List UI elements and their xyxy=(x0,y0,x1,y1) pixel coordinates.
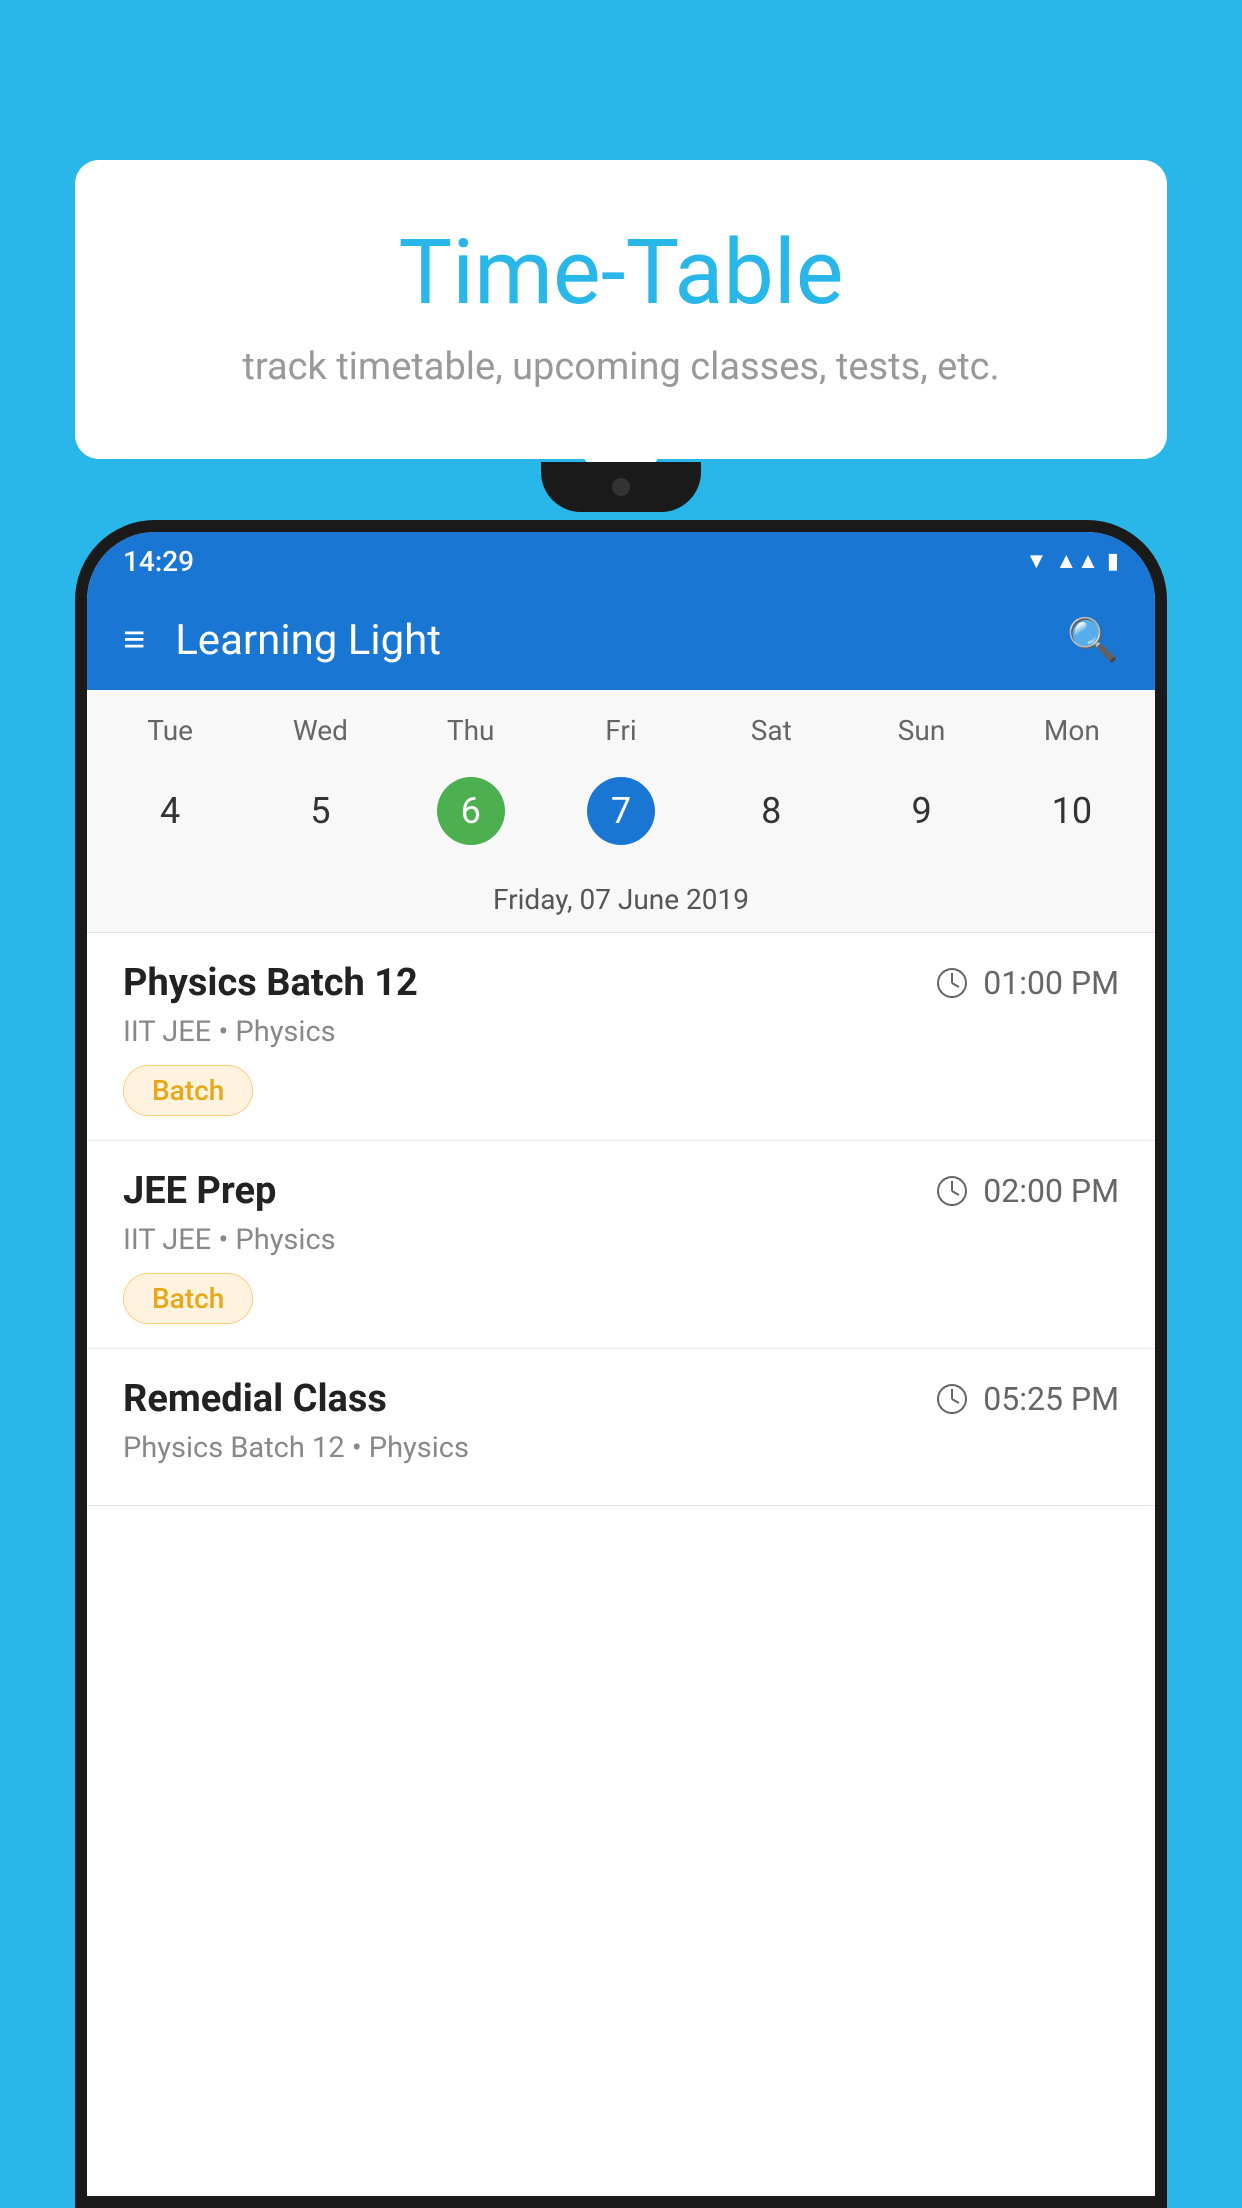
status-time: 14:29 xyxy=(123,545,194,578)
calendar-days-header: Tue Wed Thu Fri Sat Sun Mon xyxy=(87,690,1155,763)
schedule-item-1-header: Physics Batch 12 01:00 PM xyxy=(123,961,1119,1005)
calendar: Tue Wed Thu Fri Sat Sun Mon 4 5 6 7 8 9 … xyxy=(87,690,1155,933)
schedule-item-1-subtitle: IIT JEE • Physics xyxy=(123,1015,1119,1049)
schedule-item-2[interactable]: JEE Prep 02:00 PM IIT JEE • Physics Batc… xyxy=(87,1141,1155,1349)
clock-icon-1 xyxy=(937,968,967,998)
clock-icon-2 xyxy=(937,1176,967,1206)
selected-date-label: Friday, 07 June 2019 xyxy=(87,871,1155,933)
phone-frame: 14:29 ▼ ▲▲ ▮ ≡ Learning Light 🔍 Tue Wed … xyxy=(75,520,1167,2208)
wifi-icon: ▼ xyxy=(1026,548,1048,574)
day-wed: Wed xyxy=(245,706,395,755)
schedule-item-1[interactable]: Physics Batch 12 01:00 PM IIT JEE • Phys… xyxy=(87,933,1155,1141)
phone-screen: 14:29 ▼ ▲▲ ▮ ≡ Learning Light 🔍 Tue Wed … xyxy=(87,532,1155,2196)
app-bar-title: Learning Light xyxy=(175,616,1067,665)
speech-bubble: Time-Table track timetable, upcoming cla… xyxy=(75,160,1167,459)
day-fri: Fri xyxy=(546,706,696,755)
date-5[interactable]: 5 xyxy=(245,767,395,855)
schedule-item-2-tag: Batch xyxy=(123,1273,253,1324)
app-bar: ≡ Learning Light 🔍 xyxy=(87,590,1155,690)
date-8[interactable]: 8 xyxy=(696,767,846,855)
schedule-item-3-subtitle: Physics Batch 12 • Physics xyxy=(123,1431,1119,1465)
schedule-item-2-title: JEE Prep xyxy=(123,1169,276,1213)
signal-icon: ▲▲ xyxy=(1055,548,1099,574)
page-title: Time-Table xyxy=(125,220,1117,325)
date-9[interactable]: 9 xyxy=(846,767,996,855)
date-10[interactable]: 10 xyxy=(997,767,1147,855)
schedule-list: Physics Batch 12 01:00 PM IIT JEE • Phys… xyxy=(87,933,1155,2196)
clock-icon-3 xyxy=(937,1384,967,1414)
schedule-item-3[interactable]: Remedial Class 05:25 PM Physics Batch 12… xyxy=(87,1349,1155,1506)
day-sun: Sun xyxy=(846,706,996,755)
schedule-item-2-subtitle: IIT JEE • Physics xyxy=(123,1223,1119,1257)
day-tue: Tue xyxy=(95,706,245,755)
status-icons: ▼ ▲▲ ▮ xyxy=(1026,548,1119,574)
schedule-item-1-time: 01:00 PM xyxy=(937,964,1119,1002)
menu-icon[interactable]: ≡ xyxy=(123,621,145,659)
schedule-item-1-title: Physics Batch 12 xyxy=(123,961,418,1005)
date-4[interactable]: 4 xyxy=(95,767,245,855)
day-sat: Sat xyxy=(696,706,846,755)
date-7[interactable]: 7 xyxy=(546,767,696,855)
schedule-item-3-header: Remedial Class 05:25 PM xyxy=(123,1377,1119,1421)
status-bar: 14:29 ▼ ▲▲ ▮ xyxy=(87,532,1155,590)
schedule-item-2-header: JEE Prep 02:00 PM xyxy=(123,1169,1119,1213)
schedule-item-3-title: Remedial Class xyxy=(123,1377,387,1421)
search-icon[interactable]: 🔍 xyxy=(1067,616,1119,665)
schedule-item-1-tag: Batch xyxy=(123,1065,253,1116)
page-subtitle: track timetable, upcoming classes, tests… xyxy=(125,345,1117,389)
battery-icon: ▮ xyxy=(1107,549,1119,574)
day-thu: Thu xyxy=(396,706,546,755)
day-mon: Mon xyxy=(997,706,1147,755)
schedule-item-2-time: 02:00 PM xyxy=(937,1172,1119,1210)
schedule-item-3-time: 05:25 PM xyxy=(937,1380,1119,1418)
date-6[interactable]: 6 xyxy=(396,767,546,855)
calendar-dates: 4 5 6 7 8 9 10 xyxy=(87,763,1155,871)
